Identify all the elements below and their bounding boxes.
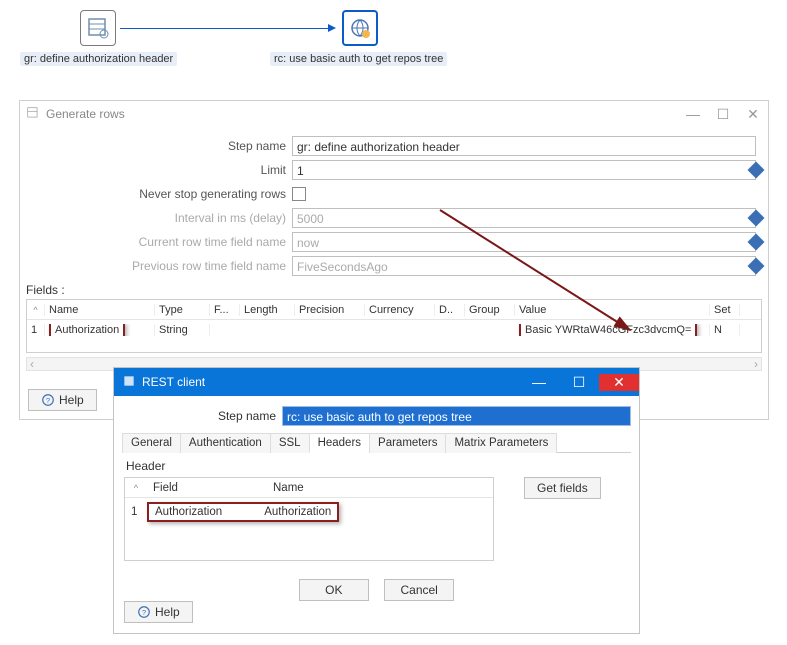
never-stop-checkbox[interactable] <box>292 187 306 201</box>
rest-tabs: General Authentication SSL Headers Param… <box>122 432 631 453</box>
help-label: Help <box>59 393 84 407</box>
close-button[interactable]: ✕ <box>599 374 639 391</box>
rest-client-title: REST client <box>142 375 205 389</box>
fields-table[interactable]: Name Type F... Length Precision Currency… <box>26 299 762 353</box>
table-row[interactable]: 1 Authorization String Basic YWRtaW46cGF… <box>27 320 761 340</box>
generate-rows-title: Generate rows <box>46 107 125 121</box>
sort-icon <box>33 304 37 316</box>
col-group[interactable]: Group <box>465 304 515 316</box>
col-field[interactable]: Field <box>147 482 267 494</box>
cell-num: 1 <box>27 324 45 336</box>
current-row-input: now <box>292 232 756 252</box>
node-rest-client[interactable] <box>342 10 378 46</box>
col-name[interactable]: Name <box>45 304 155 316</box>
tab-matrix-parameters[interactable]: Matrix Parameters <box>445 433 557 453</box>
col-set[interactable]: Set <box>710 304 740 316</box>
ok-button[interactable]: OK <box>299 579 369 601</box>
cell-type: String <box>155 324 210 336</box>
node-rest-client-label: rc: use basic auth to get repos tree <box>270 52 447 66</box>
previous-row-label: Previous row time field name <box>20 259 292 273</box>
col-length[interactable]: Length <box>240 304 295 316</box>
fields-label: Fields : <box>26 283 768 297</box>
tab-general[interactable]: General <box>122 433 181 453</box>
help-button[interactable]: ? Help <box>124 601 193 623</box>
rest-client-titlebar-icon <box>122 374 136 391</box>
rest-client-titlebar: REST client — ☐ ✕ <box>114 368 639 396</box>
fields-table-header: Name Type F... Length Precision Currency… <box>27 300 761 320</box>
col-format[interactable]: F... <box>210 304 240 316</box>
arrow-line <box>120 28 330 29</box>
close-button[interactable]: ✕ <box>738 106 768 123</box>
cell-value-highlight: Basic YWRtaW46cGFzc3dvcmQ= <box>519 324 697 336</box>
col-type[interactable]: Type <box>155 304 210 316</box>
dialog-buttons: OK Cancel <box>114 579 639 601</box>
col-name[interactable]: Name <box>267 482 387 494</box>
node-generate-rows[interactable] <box>80 10 116 46</box>
workflow-diagram: gr: define authorization header rc: use … <box>70 10 490 85</box>
tab-headers[interactable]: Headers <box>309 433 370 453</box>
never-stop-label: Never stop generating rows <box>20 187 292 201</box>
generate-rows-titlebar: Generate rows — ☐ ✕ <box>20 101 768 127</box>
headers-table-header: Field Name <box>125 478 493 498</box>
headers-tab-body: Header Field Name 1 Authorization Author… <box>124 459 629 561</box>
minimize-button[interactable]: — <box>678 106 708 122</box>
maximize-button[interactable]: ☐ <box>708 106 738 123</box>
rest-step-name-label: Step name <box>122 409 282 423</box>
sort-icon <box>134 482 138 494</box>
maximize-button[interactable]: ☐ <box>559 374 599 391</box>
minimize-button[interactable]: — <box>519 374 559 390</box>
arrow-head <box>328 24 336 32</box>
cell-set: N <box>710 324 740 336</box>
col-decimal[interactable]: D.. <box>435 304 465 316</box>
svg-text:?: ? <box>46 396 50 405</box>
current-row-label: Current row time field name <box>20 235 292 249</box>
tab-authentication[interactable]: Authentication <box>180 433 271 453</box>
cell-num: 1 <box>125 506 147 518</box>
headers-table[interactable]: Field Name 1 Authorization Authorization <box>124 477 494 561</box>
step-name-label: Step name <box>20 139 292 153</box>
help-button[interactable]: ? Help <box>28 389 97 411</box>
cell-field-name-highlight: Authorization Authorization <box>147 502 339 522</box>
get-fields-button[interactable]: Get fields <box>524 477 601 499</box>
col-currency[interactable]: Currency <box>365 304 435 316</box>
previous-row-input: FiveSecondsAgo <box>292 256 756 276</box>
header-section-label: Header <box>126 459 627 473</box>
table-row[interactable]: 1 Authorization Authorization <box>125 498 493 526</box>
rest-client-dialog: REST client — ☐ ✕ Step name rc: use basi… <box>114 368 639 633</box>
col-value[interactable]: Value <box>515 304 710 316</box>
help-label: Help <box>155 605 180 619</box>
tab-ssl[interactable]: SSL <box>270 433 310 453</box>
limit-input[interactable]: 1 <box>292 160 756 180</box>
tab-parameters[interactable]: Parameters <box>369 433 446 453</box>
cancel-button[interactable]: Cancel <box>384 579 454 601</box>
interval-label: Interval in ms (delay) <box>20 211 292 225</box>
node-generate-rows-label: gr: define authorization header <box>20 52 177 66</box>
generate-rows-icon <box>26 106 40 123</box>
cell-name-highlight: Authorization <box>49 324 125 336</box>
limit-label: Limit <box>20 163 292 177</box>
generate-rows-form: Step name gr: define authorization heade… <box>20 135 768 277</box>
col-precision[interactable]: Precision <box>295 304 365 316</box>
interval-input: 5000 <box>292 208 756 228</box>
rest-step-name-input[interactable]: rc: use basic auth to get repos tree <box>282 406 631 426</box>
svg-text:?: ? <box>142 608 146 617</box>
step-name-input[interactable]: gr: define authorization header <box>292 136 756 156</box>
